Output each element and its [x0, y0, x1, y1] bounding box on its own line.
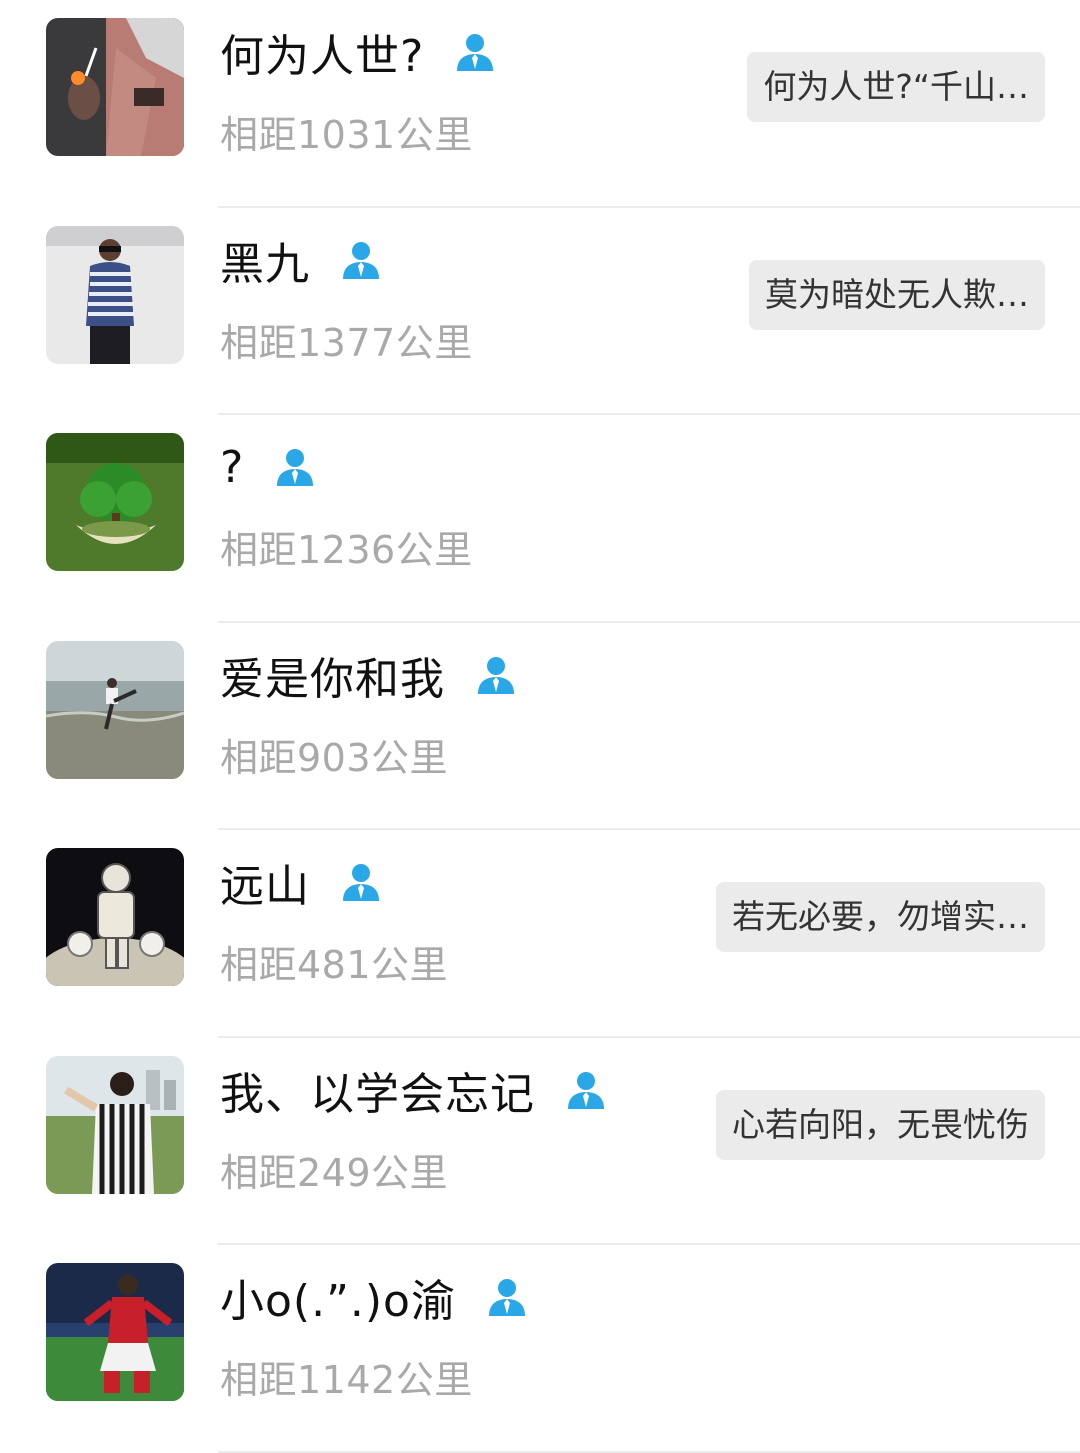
person-icon	[340, 239, 382, 281]
name-line: 何为人世?	[220, 22, 496, 82]
avatar[interactable]	[46, 1263, 184, 1401]
distance-label: 相距249公里	[220, 1150, 449, 1195]
signature-bubble: 莫为暗处无人欺…	[749, 259, 1045, 330]
list-item[interactable]: 黑九 相距1377公里 莫为暗处无人欺…	[0, 208, 1080, 415]
signature-bubble: 何为人世?“千山…	[747, 52, 1045, 122]
signature-bubble: 心若向阳，无畏忧伤	[716, 1089, 1045, 1160]
avatar[interactable]	[46, 225, 184, 364]
contact-name: 爱是你和我	[220, 653, 445, 705]
contact-name: 我、以学会忘记	[220, 1068, 535, 1120]
contact-name: 何为人世?	[220, 31, 425, 82]
distance-label: 相距1031公里	[220, 113, 473, 157]
distance-label: 相距903公里	[220, 735, 449, 780]
list-item[interactable]: 何为人世? 相距1031公里 何为人世?“千山…	[0, 0, 1080, 208]
contact-name: 远山	[220, 861, 310, 912]
person-icon	[274, 446, 316, 488]
avatar-image	[46, 1055, 184, 1194]
person-icon	[340, 861, 382, 903]
person-icon	[565, 1069, 607, 1111]
avatar-image	[46, 848, 184, 986]
list-item[interactable]: 爱是你和我 相距903公里	[0, 623, 1080, 830]
distance-label: 相距481公里	[220, 943, 449, 987]
nearby-people-list: 何为人世? 相距1031公里 何为人世?“千山… 黑九 相距1377公里 莫为暗…	[0, 0, 1080, 1453]
person-icon	[454, 31, 496, 73]
avatar[interactable]	[46, 433, 184, 571]
name-line: 爱是你和我	[220, 645, 517, 705]
person-icon	[475, 654, 517, 696]
name-line: 我、以学会忘记	[220, 1060, 607, 1120]
avatar-image	[46, 1263, 184, 1401]
name-line: 黑九	[220, 230, 382, 290]
list-item[interactable]: 我、以学会忘记 相距249公里 心若向阳，无畏忧伤	[0, 1038, 1080, 1245]
avatar[interactable]	[46, 18, 184, 156]
list-item[interactable]: ? 相距1236公里	[0, 415, 1080, 623]
contact-name: 黑九	[220, 238, 310, 290]
distance-label: 相距1236公里	[220, 528, 473, 572]
signature-bubble: 若无必要，勿增实…	[716, 882, 1045, 952]
divider	[218, 1450, 1080, 1453]
contact-name: 小o(.”.)o渝	[220, 1276, 456, 1327]
avatar[interactable]	[46, 640, 184, 779]
list-item[interactable]: 小o(.”.)o渝 相距1142公里	[0, 1245, 1080, 1453]
avatar[interactable]	[46, 1055, 184, 1194]
avatar-image	[46, 433, 184, 571]
avatar-image	[46, 18, 184, 156]
person-icon	[486, 1276, 528, 1318]
name-line: 远山	[220, 852, 382, 912]
avatar-image	[46, 640, 184, 779]
avatar-image	[46, 225, 184, 364]
avatar[interactable]	[46, 848, 184, 986]
distance-label: 相距1377公里	[220, 320, 473, 365]
list-item[interactable]: 远山 相距481公里 若无必要，勿增实…	[0, 830, 1080, 1038]
name-line: ?	[220, 437, 316, 497]
name-line: 小o(.”.)o渝	[220, 1267, 528, 1327]
distance-label: 相距1142公里	[220, 1358, 473, 1402]
contact-name: ?	[220, 441, 245, 493]
